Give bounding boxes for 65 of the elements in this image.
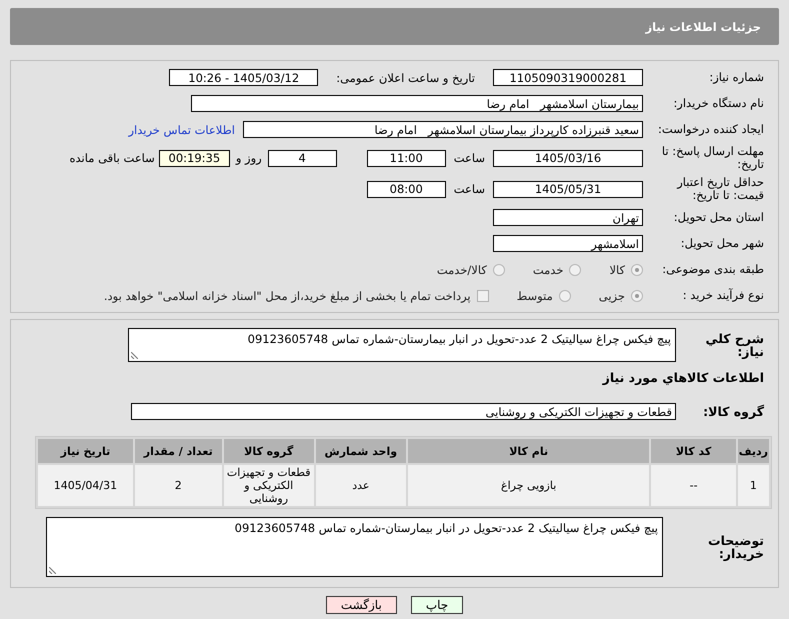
field-label: تاریخ و ساعت اعلان عمومی: — [336, 70, 475, 84]
radio-option[interactable]: کالا/خدمت — [436, 262, 505, 276]
radio-option[interactable]: کالا — [609, 262, 643, 276]
announce-date-field: 1405/03/12 - 10:26 — [169, 69, 318, 86]
radio-option[interactable]: خدمت — [532, 262, 582, 276]
creator-field: سعید قنبرزاده کارپرداز بیمارستان اسلامشهر امام رضا — [243, 121, 643, 138]
table-cell: قطعات و تجهیزات الکتریکی و روشنایی — [224, 465, 314, 506]
table-cell: 1405/04/31 — [38, 465, 133, 506]
city-field: اسلامشهر — [493, 235, 643, 252]
table-cell: 2 — [134, 465, 222, 506]
resize-grip-icon[interactable] — [49, 567, 56, 574]
deadline-date-field: 1405/03/16 — [493, 150, 643, 166]
column-header: کد کالا — [651, 439, 736, 463]
buyer-notes-field: پیچ فیکس چراغ سیالیتیک 2 عدد-تحویل در انبار بیمارستان-شماره تماس 09123605748 — [46, 517, 663, 577]
radio-button[interactable] — [631, 264, 643, 276]
field-label: شماره نیاز: — [708, 71, 765, 84]
field-label: توضیحات خریدار: — [707, 534, 765, 560]
back-button[interactable]: بازگشت — [326, 596, 397, 614]
field-label: نام دستگاه خریدار: — [672, 97, 765, 110]
table-cell: عدد — [316, 465, 406, 506]
table-cell: 1 — [738, 465, 769, 506]
province-field: تهران — [493, 209, 643, 226]
field-label: گروه کالا: — [702, 405, 765, 418]
field-label: شهر محل تحویل: — [680, 237, 765, 250]
column-header: نام کالا — [408, 439, 650, 463]
field-label: شرح کلي نياز: — [704, 332, 765, 358]
table-cell: بازویی چراغ — [408, 465, 650, 506]
radio-option[interactable]: متوسط — [516, 288, 571, 302]
buyer-contact-link[interactable]: اطلاعات تماس خریدار — [128, 122, 235, 136]
field-label: طبقه بندی موضوعی: — [661, 263, 765, 276]
days-field: 4 — [268, 150, 337, 166]
radio-button[interactable] — [492, 264, 505, 276]
field-label: ساعت باقی مانده — [70, 151, 155, 165]
need-number-field: 1105090319000281 — [493, 69, 643, 86]
field-label: مهلت ارسال پاسخ: تا تاریخ: — [660, 145, 765, 171]
field-label: نوع فرآیند خرید : — [682, 289, 765, 302]
field-label: استان محل تحویل: — [672, 211, 765, 224]
column-header: ردیف — [738, 439, 769, 463]
page-header: جزئیات اطلاعات نیاز — [10, 8, 779, 45]
table-cell: -- — [651, 465, 736, 506]
print-button[interactable]: چاپ — [410, 596, 464, 614]
treasury-option[interactable]: پرداخت تمام یا بخشی از مبلغ خرید،از محل "اسناد خزانه اسلامی" خواهد بود. — [104, 288, 489, 302]
checkbox[interactable] — [476, 290, 489, 302]
column-header: تاریخ نیاز — [38, 439, 133, 463]
buyer-org-field: بیمارستان اسلامشهر امام رضا — [191, 95, 643, 112]
goods-group-field: قطعات و تجهیزات الکتریکی و روشنایی — [131, 403, 676, 420]
radio-button[interactable] — [631, 290, 643, 302]
resize-grip-icon[interactable] — [131, 352, 138, 359]
field-label: روز و — [236, 151, 262, 165]
field-label: ایجاد کننده درخواست: — [657, 123, 765, 136]
column-header: گروه کالا — [224, 439, 314, 463]
radio-button[interactable] — [558, 290, 571, 302]
column-header: واحد شمارش — [316, 439, 406, 463]
validity-time-field: 08:00 — [366, 180, 446, 198]
column-header: تعداد / مقدار — [134, 439, 222, 463]
field-label: ساعت — [454, 182, 485, 196]
radio-button[interactable] — [569, 264, 582, 276]
field-label: ساعت — [454, 151, 485, 165]
radio-option[interactable]: جزیی — [598, 288, 643, 302]
remaining-time-field: 00:19:35 — [158, 150, 230, 166]
field-label: حداقل تاریخ اعتبار قیمت: تا تاریخ: — [676, 176, 765, 202]
deadline-time-field: 11:00 — [366, 150, 446, 166]
section-title: اطلاعات كالاهاي مورد نياز — [601, 370, 765, 385]
description-field: پیچ فیکس چراغ سیالیتیک 2 عدد-تحویل در انبار بیمارستان-شماره تماس 09123605748 — [128, 328, 676, 362]
validity-date-field: 1405/05/31 — [493, 180, 643, 198]
